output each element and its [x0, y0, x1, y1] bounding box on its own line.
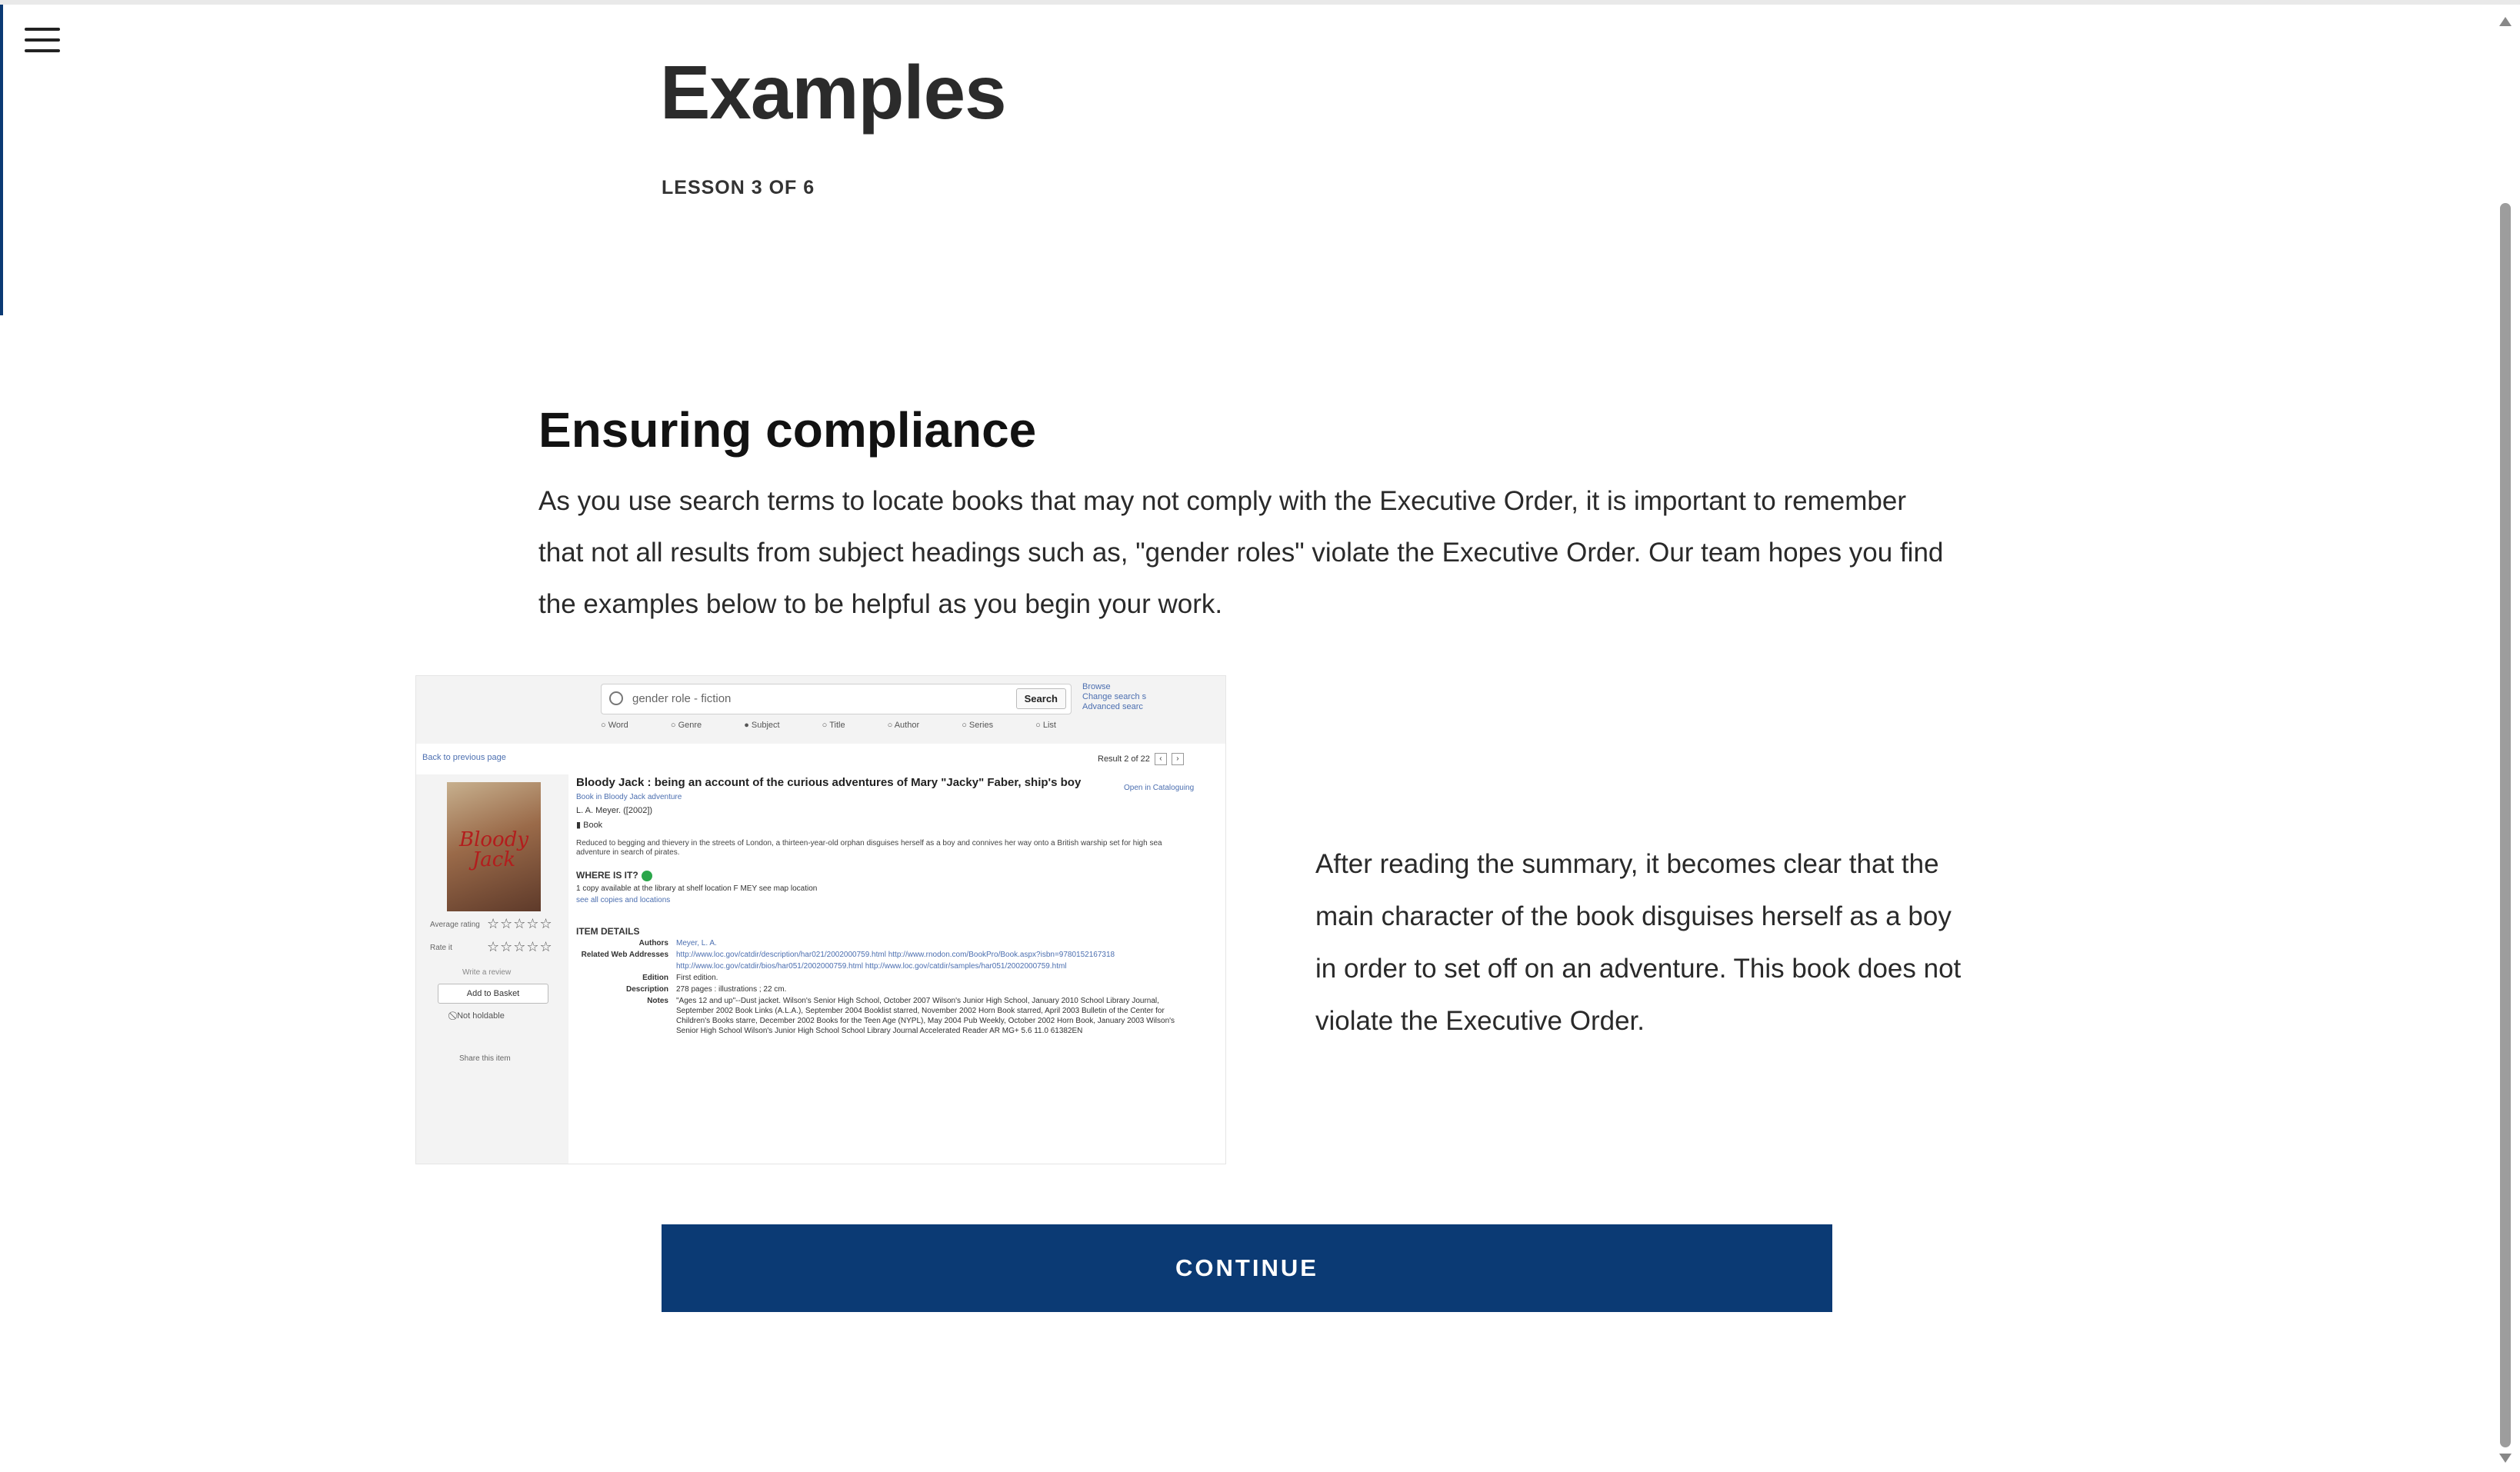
catalog-back-link: Back to previous page: [422, 753, 506, 762]
available-status-icon: [641, 870, 652, 881]
scroll-up-icon[interactable]: [2499, 17, 2512, 26]
catalog-search-value: gender role - fiction: [632, 692, 732, 705]
book-cover-image: Bloody Jack: [447, 782, 541, 911]
average-rating-stars: ☆☆☆☆☆: [487, 916, 553, 931]
catalog-search-links: Browse Change search s Advanced searc: [1082, 682, 1147, 711]
detail-row: Authors Meyer, L. A.: [638, 938, 717, 947]
catalog-screenshot: gender role - fiction Search Browse Chan…: [415, 675, 1226, 1164]
section-heading: Ensuring compliance: [538, 402, 1037, 458]
catalog-search-bar: gender role - fiction Search Browse Chan…: [416, 676, 1225, 744]
catalog-search-box: gender role - fiction Search: [601, 684, 1072, 714]
scrollbar[interactable]: [2495, 9, 2515, 1470]
catalog-item-sidebar: Bloody Jack Average rating ☆☆☆☆☆ Rate it…: [416, 774, 568, 1164]
lesson-progress-indicator: [0, 5, 3, 315]
catalog-result-count: Result 2 of 22 ‹ ›: [1098, 753, 1184, 765]
lesson-counter: LESSON 3 OF 6: [662, 177, 815, 198]
detail-row: Related Web Addresses http://www.loc.gov/…: [581, 950, 1115, 959]
detail-row: http://www.loc.gov/catdir/bios/har051/20…: [676, 961, 1067, 971]
book-series: Book in Bloody Jack adventure: [576, 793, 682, 801]
book-summary: Reduced to begging and thievery in the s…: [576, 839, 1162, 857]
scrollbar-thumb[interactable]: [2500, 203, 2511, 1447]
rate-it-stars: ☆☆☆☆☆: [487, 939, 553, 954]
availability-text: 1 copy available at the library at shelf…: [576, 884, 818, 893]
top-border: [0, 0, 2520, 5]
not-holdable-label: ⃠ Not holdable: [455, 1011, 505, 1021]
all-copies-link: see all copies and locations: [576, 895, 671, 904]
detail-row: Description 278 pages : illustrations ; 2…: [625, 984, 787, 994]
example-explanation: After reading the summary, it becomes cl…: [1315, 849, 1962, 1036]
share-label: Share this item: [459, 1054, 511, 1063]
where-is-it-heading: WHERE IS IT?: [576, 870, 1215, 881]
lesson-title: Examples: [660, 50, 1007, 135]
intro-paragraph: As you use search terms to locate books …: [538, 486, 1944, 619]
continue-button[interactable]: CONTINUE: [662, 1224, 1832, 1312]
detail-row: Edition First edition.: [642, 973, 718, 982]
scroll-down-icon[interactable]: [2499, 1454, 2512, 1463]
book-title: Bloody Jack : being an account of the cu…: [576, 776, 1082, 789]
catalog-search-button: Search: [1015, 688, 1066, 709]
book-format: ▮ Book: [576, 821, 603, 830]
add-to-basket-button: Add to Basket: [438, 984, 548, 1004]
catalog-item-details: Bloody Jack : being an account of the cu…: [576, 776, 1215, 1036]
search-icon: [609, 691, 623, 705]
detail-row: Notes "Ages 12 and up"--Dust jacket. Wils…: [647, 996, 1175, 1035]
item-details-heading: ITEM DETAILS: [576, 925, 640, 937]
catalog-search-type-options: ○ Word ○ Genre ● Subject ○ Title ○ Autho…: [601, 721, 1056, 730]
book-author: L. A. Meyer. ([2002]): [576, 806, 653, 815]
menu-icon[interactable]: [25, 28, 60, 54]
write-review-link: Write a review: [462, 968, 512, 977]
